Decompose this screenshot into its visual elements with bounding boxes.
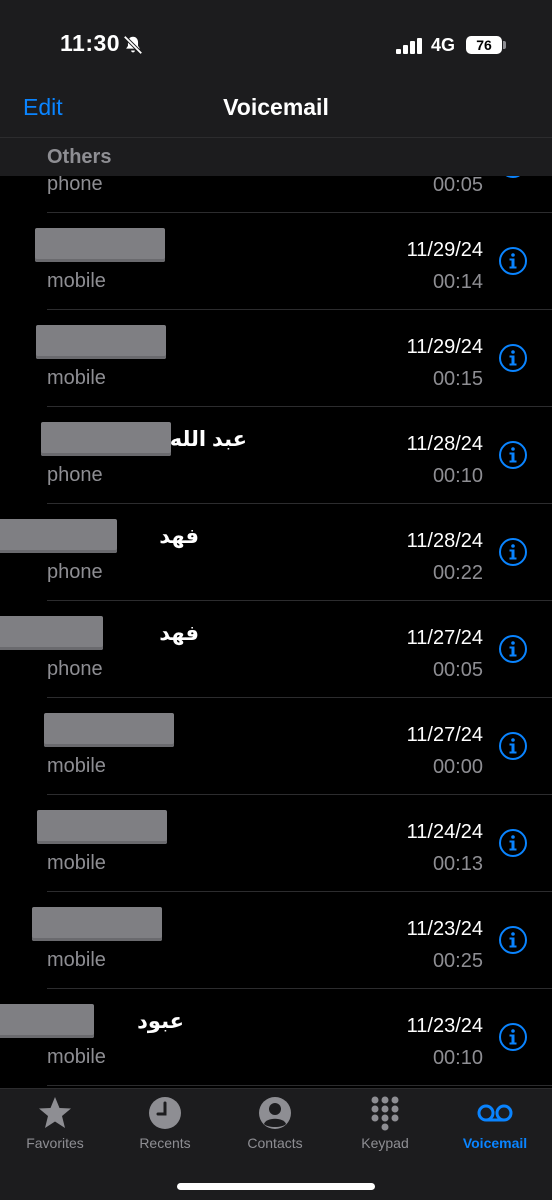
redacted-name <box>0 616 103 650</box>
voicemail-caller-name: عبد الله <box>169 428 247 451</box>
tab-label: Keypad <box>361 1135 409 1151</box>
redacted-name <box>37 810 167 844</box>
bell-slash-icon <box>123 35 143 55</box>
voicemail-row[interactable]: عبد الله phone 11/28/24 00:10 <box>41 407 552 504</box>
voicemail-row[interactable]: mobile 11/29/24 00:14 <box>35 213 552 310</box>
home-indicator[interactable] <box>177 1183 375 1190</box>
tab-label: Favorites <box>26 1135 84 1151</box>
info-icon[interactable] <box>498 634 528 664</box>
person-circle-icon <box>259 1097 291 1129</box>
redacted-name <box>0 519 117 553</box>
redacted-name <box>35 228 165 262</box>
tab-label: Recents <box>139 1135 191 1151</box>
voicemail-date: 11/24/24 <box>406 821 483 843</box>
voicemail-duration: 00:13 <box>432 853 483 875</box>
voicemail-row[interactable]: فهد phone 11/28/24 00:22 <box>0 504 552 601</box>
voicemail-row[interactable]: mobile 11/24/24 00:13 <box>37 795 552 892</box>
tab-recents[interactable]: Recents <box>110 1095 220 1155</box>
section-header: Others <box>0 138 552 176</box>
voicemail-date: 11/28/24 <box>406 433 483 455</box>
tab-label: Contacts <box>247 1135 303 1151</box>
redacted-name <box>44 713 174 747</box>
clock-icon <box>149 1097 181 1129</box>
info-icon[interactable] <box>498 343 528 373</box>
voicemail-duration: 00:05 <box>432 659 483 681</box>
voicemail-duration: 00:22 <box>432 562 483 584</box>
voicemail-row[interactable]: mobile 11/27/24 00:00 <box>44 698 552 795</box>
keypad-icon <box>371 1096 399 1131</box>
section-label: Others <box>47 146 112 168</box>
tab-label: Voicemail <box>462 1135 528 1151</box>
voicemail-duration: 00:10 <box>432 465 483 487</box>
voicemail-duration: 00:00 <box>432 756 483 778</box>
info-icon[interactable] <box>498 925 528 955</box>
tab-bar: Favorites Recents Contacts Keypad Voicem… <box>0 1088 552 1200</box>
voicemail-row[interactable]: mobile 11/29/24 00:15 <box>36 310 552 407</box>
voicemail-number-type: mobile <box>47 755 106 777</box>
tab-contacts[interactable]: Contacts <box>220 1095 330 1155</box>
network-type: 4G <box>431 35 456 55</box>
tab-favorites[interactable]: Favorites <box>0 1095 110 1155</box>
voicemail-date: 11/28/24 <box>406 530 483 552</box>
redacted-name <box>36 325 166 359</box>
status-time: 11:30 <box>60 30 121 56</box>
voicemail-row[interactable]: عبود mobile 11/23/24 00:10 <box>0 989 552 1086</box>
voicemail-row[interactable]: mobile 11/23/24 00:25 <box>32 892 552 989</box>
voicemail-duration: 00:05 <box>432 174 483 196</box>
voicemail-duration: 00:10 <box>432 1047 483 1069</box>
redacted-name <box>32 907 162 941</box>
info-icon[interactable] <box>498 440 528 470</box>
voicemail-number-type: phone <box>47 464 103 486</box>
battery-cap <box>503 41 506 49</box>
voicemail-icon <box>477 1104 513 1122</box>
voicemail-number-type: mobile <box>47 367 106 389</box>
voicemail-date: 11/23/24 <box>406 1015 483 1037</box>
voicemail-number-type: mobile <box>47 949 106 971</box>
voicemail-date: 11/29/24 <box>406 336 483 358</box>
voicemail-number-type: mobile <box>47 1046 106 1068</box>
voicemail-number-type: phone <box>47 561 103 583</box>
voicemail-number-type: mobile <box>47 270 106 292</box>
voicemail-date: 11/27/24 <box>406 627 483 649</box>
star-icon <box>39 1097 71 1128</box>
redacted-name <box>41 422 171 456</box>
voicemail-row[interactable]: فهد phone 11/27/24 00:05 <box>0 601 552 698</box>
info-icon[interactable] <box>498 537 528 567</box>
info-icon[interactable] <box>498 828 528 858</box>
info-icon[interactable] <box>498 1022 528 1052</box>
tab-voicemail[interactable]: Voicemail <box>440 1095 550 1155</box>
voicemail-number-type: mobile <box>47 852 106 874</box>
info-icon[interactable] <box>498 246 528 276</box>
voicemail-duration: 00:25 <box>432 950 483 972</box>
voicemail-list[interactable]: phone 00:05 mobile 11/29/24 00:14 mobile… <box>0 116 552 1088</box>
status-bar: 11:30 4G 76 <box>0 0 552 80</box>
tab-keypad[interactable]: Keypad <box>330 1095 440 1155</box>
voicemail-date: 11/29/24 <box>406 239 483 261</box>
cellular-signal-icon <box>396 38 422 54</box>
voicemail-date: 11/23/24 <box>406 918 483 940</box>
voicemail-number-type: phone <box>47 173 103 195</box>
info-icon[interactable] <box>498 731 528 761</box>
redacted-name <box>0 1004 94 1038</box>
voicemail-number-type: phone <box>47 658 103 680</box>
voicemail-caller-name: فهد <box>159 622 199 645</box>
voicemail-date: 11/27/24 <box>406 724 483 746</box>
battery-icon: 76 <box>466 36 502 54</box>
voicemail-caller-name: فهد <box>159 525 199 548</box>
voicemail-duration: 00:15 <box>432 368 483 390</box>
voicemail-caller-name: عبود <box>137 1010 184 1033</box>
voicemail-duration: 00:14 <box>432 271 483 293</box>
